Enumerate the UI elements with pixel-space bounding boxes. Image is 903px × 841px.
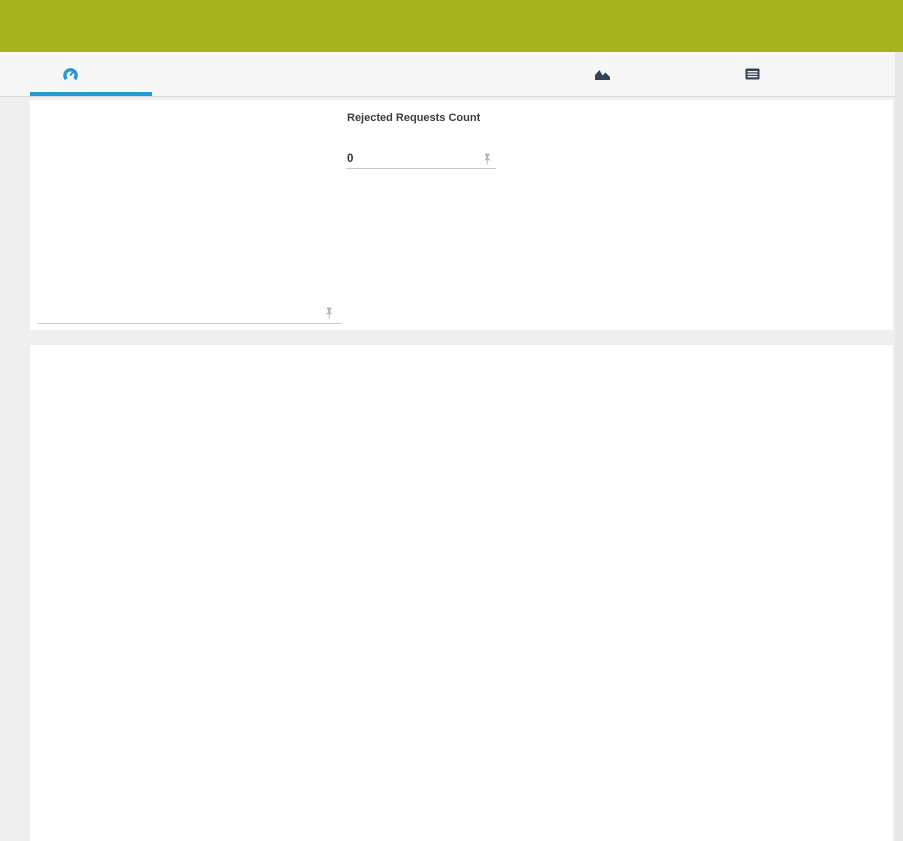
tab-bar	[0, 52, 903, 97]
column-header-last-value-volume[interactable]	[266, 381, 352, 423]
channels-table-panel	[30, 345, 893, 841]
sensor-header	[0, 0, 903, 52]
tab-2-days[interactable]	[301, 52, 309, 96]
column-header-maximum[interactable]	[585, 381, 740, 423]
active-tab-underline	[30, 92, 152, 96]
area-chart-icon	[594, 68, 611, 81]
log-list-icon	[745, 68, 760, 80]
column-header-channel[interactable]	[40, 381, 230, 423]
prtg-sensor-page: Rejected Requests Count 0	[0, 0, 903, 841]
tab-historic-data[interactable]	[594, 52, 618, 96]
tab-30-days[interactable]	[390, 52, 398, 96]
tab-365-days[interactable]	[487, 52, 495, 96]
server-status-gauge-cell	[38, 110, 342, 324]
channel-gauge-cell: Rejected Requests Count 0	[346, 110, 496, 169]
column-header-last-value-speed[interactable]	[352, 381, 438, 423]
tab-live-data[interactable]	[176, 52, 183, 96]
channel-gauge	[426, 118, 480, 168]
tab-settings[interactable]	[843, 52, 850, 96]
page-scrollbar-track[interactable]	[895, 52, 903, 841]
column-header-id[interactable]	[230, 381, 266, 423]
pin-icon[interactable]	[324, 307, 334, 319]
pin-icon[interactable]	[482, 153, 492, 165]
column-header-minimum[interactable]	[438, 381, 585, 423]
server-status-gauge	[151, 128, 327, 304]
gauge-icon	[62, 66, 79, 83]
gauge-value: 0	[347, 153, 353, 165]
tab-overview[interactable]	[62, 52, 86, 96]
channels-table	[40, 381, 883, 423]
column-header-settings	[740, 381, 883, 423]
tab-log[interactable]	[745, 52, 767, 96]
gauges-panel: Rejected Requests Count 0	[30, 100, 893, 330]
